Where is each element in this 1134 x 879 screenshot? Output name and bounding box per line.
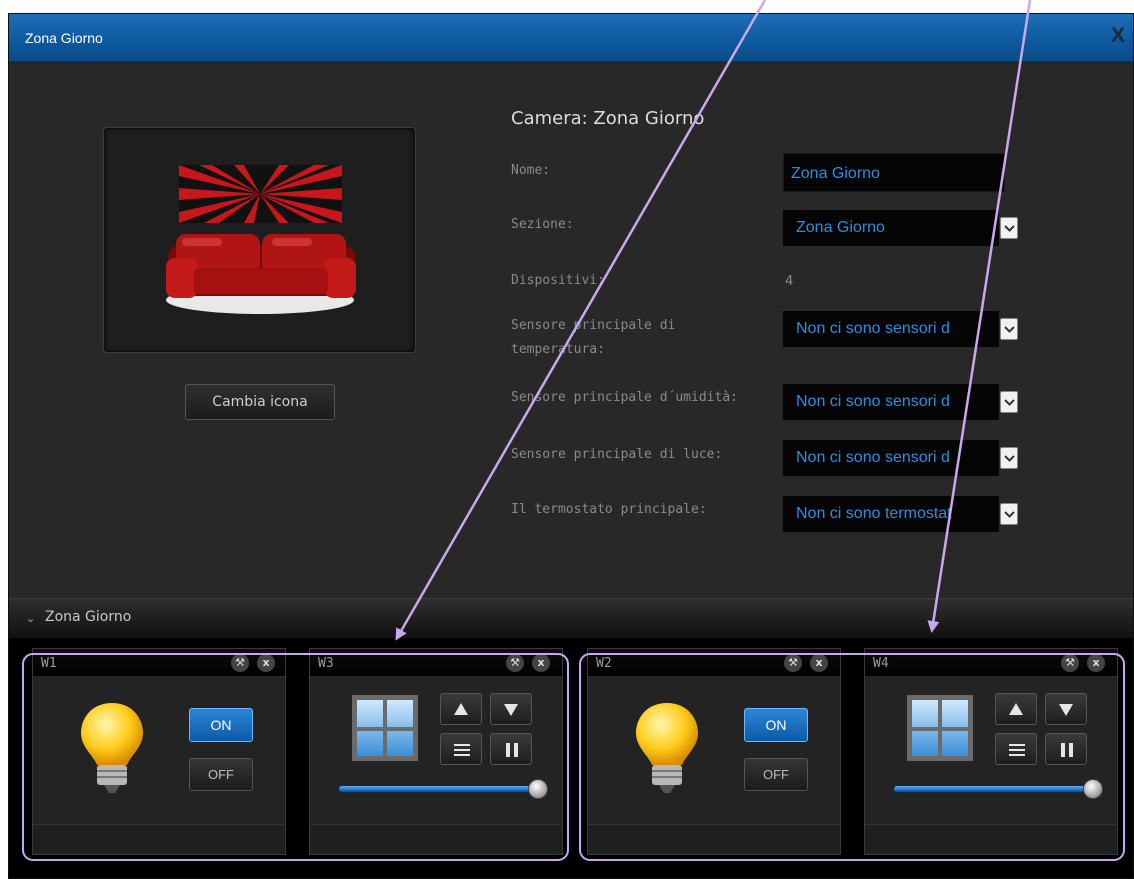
umidita-select-value: Non ci sono sensori d [783,384,999,420]
widget-title: W3 [318,656,334,671]
wrench-icon[interactable]: ⚒ [784,654,802,672]
chevron-down-icon[interactable] [1000,503,1018,525]
chevron-down-icon[interactable] [1000,217,1018,239]
wrench-icon[interactable]: ⚒ [231,654,249,672]
light-bulb-icon [636,703,698,793]
nome-label: Nome: [511,163,551,178]
shutter-up-button[interactable] [995,693,1037,725]
widget-header[interactable]: W1 ⚒ x [33,649,285,677]
umidita-label: Sensore principale d´umidità: [511,390,738,405]
menu-icon [454,744,470,756]
arrow-down-icon [504,704,518,716]
close-window-button[interactable]: X [1111,24,1133,48]
widget-close-button[interactable]: x [1087,654,1105,672]
nome-input[interactable]: Zona Giorno [783,153,1005,192]
temperatura-select-value: Non ci sono sensori d [783,311,999,347]
termostato-select[interactable]: Non ci sono termostat [783,496,1029,532]
widget-close-button[interactable]: x [532,654,550,672]
shutter-stop-button[interactable] [490,733,532,765]
shutter-down-button[interactable] [1045,693,1087,725]
chevron-down-icon[interactable] [1000,318,1018,340]
light-on-button[interactable]: ON [744,708,808,742]
widget-title: W4 [873,656,889,671]
temperatura-label-line2: temperatura: [511,342,605,357]
widget-close-button[interactable]: x [257,654,275,672]
dispositivi-value: 4 [785,274,794,289]
dispositivi-label: Dispositivi: [511,273,605,288]
widget-w4: W4 ⚒ x [864,648,1118,855]
group-header[interactable]: ⌄ Zona Giorno [9,598,1133,638]
slider-track [338,785,538,793]
wrench-icon[interactable]: ⚒ [506,654,524,672]
shutter-stop-button[interactable] [1045,733,1087,765]
sezione-select[interactable]: Zona Giorno [783,210,1029,246]
widget-footer [33,824,285,854]
menu-icon [1009,744,1025,756]
window-title: Zona Giorno [25,30,103,46]
widget-footer [865,824,1117,854]
sofa-graphic [166,234,356,298]
widget-title: W2 [596,656,612,671]
chevron-down-icon[interactable] [1000,391,1018,413]
luce-select-value: Non ci sono sensori d [783,440,999,476]
shutter-down-button[interactable] [490,693,532,725]
luce-label: Sensore principale di luce: [511,447,723,462]
widget-header[interactable]: W4 ⚒ x [865,649,1117,677]
sezione-select-value: Zona Giorno [783,210,999,246]
pause-icon [1061,743,1073,757]
temperatura-sensor-select[interactable]: Non ci sono sensori d [783,311,1029,347]
room-icon-frame [103,127,416,353]
chevron-down-icon[interactable] [1000,447,1018,469]
widget-title: W1 [41,656,57,671]
widget-footer [588,824,840,854]
widget-footer [310,824,562,854]
widget-w3: W3 ⚒ x [309,648,563,855]
wrench-icon[interactable]: ⚒ [1061,654,1079,672]
termostato-select-value: Non ci sono termostat [783,496,999,532]
light-off-button[interactable]: OFF [189,758,253,791]
sezione-label: Sezione: [511,217,574,232]
group-name: Zona Giorno [45,609,132,625]
chevron-down-icon[interactable]: ⌄ [26,612,35,625]
shutter-up-button[interactable] [440,693,482,725]
slider-knob[interactable] [528,779,548,799]
shutter-menu-button[interactable] [995,733,1037,765]
termostato-label: Il termostato principale: [511,502,707,517]
shutter-menu-button[interactable] [440,733,482,765]
widget-header[interactable]: W3 ⚒ x [310,649,562,677]
slider-track [893,785,1093,793]
shutter-level-slider[interactable] [893,779,1103,799]
widget-header[interactable]: W2 ⚒ x [588,649,840,677]
slider-knob[interactable] [1083,779,1103,799]
widget-w2: W2 ⚒ x ON OFF [587,648,841,855]
room-heading: Camera: Zona Giorno [511,108,705,129]
widget-close-button[interactable]: x [810,654,828,672]
painting-graphic [179,165,342,223]
shutter-level-slider[interactable] [338,779,548,799]
light-bulb-icon [81,703,143,793]
sofa-room-icon [166,165,356,314]
pause-icon [506,743,518,757]
umidita-sensor-select[interactable]: Non ci sono sensori d [783,384,1029,420]
arrow-up-icon [1009,703,1023,715]
light-off-button[interactable]: OFF [744,758,808,791]
light-on-button[interactable]: ON [189,708,253,742]
arrow-up-icon [454,703,468,715]
arrow-down-icon [1059,704,1073,716]
window-titlebar[interactable]: Zona Giorno X [9,14,1133,62]
window-shutter-icon [352,695,418,761]
window-shutter-icon [907,695,973,761]
temperatura-label-line1: Sensore principale di [511,318,676,333]
luce-sensor-select[interactable]: Non ci sono sensori d [783,440,1029,476]
widget-w1: W1 ⚒ x ON OFF [32,648,286,855]
change-icon-button[interactable]: Cambia icona [185,384,335,420]
